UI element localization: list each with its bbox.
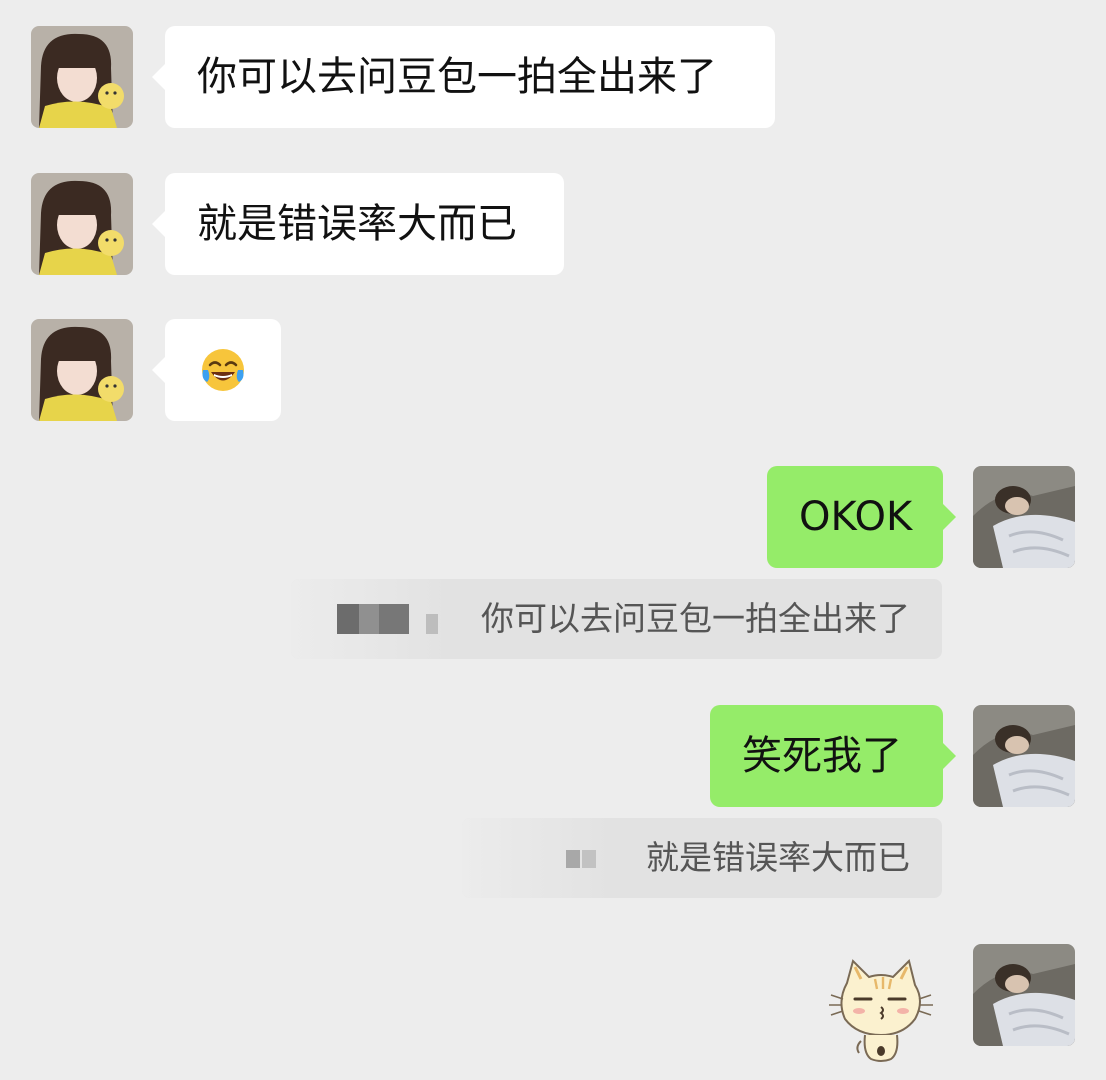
quoted-text: 就是错误率大而已 [646,838,910,877]
contact-avatar[interactable] [31,26,133,128]
cat-sticker[interactable] [825,955,937,1065]
pixelated-block [379,604,409,634]
pixelated-block [359,604,379,634]
outgoing-message-bubble[interactable]: OKOK [767,466,956,568]
outgoing-message-bubble[interactable]: 笑死我了 [710,705,956,807]
incoming-message-bubble[interactable]: 你可以去问豆包一拍全出来了 [152,26,775,128]
contact-avatar[interactable] [31,319,133,421]
my-avatar[interactable] [973,466,1075,568]
quoted-message[interactable]: 就是错误率大而已 [462,818,942,898]
pixelated-block [582,850,596,868]
my-avatar[interactable] [973,944,1075,1046]
quoted-message[interactable]: 你可以去问豆包一拍全出来了 [291,579,942,659]
my-avatar[interactable] [973,705,1075,807]
message-text: OKOK [799,494,913,540]
pixelated-block [337,604,359,634]
pixelated-block [566,850,580,868]
incoming-message-bubble[interactable]: 就是错误率大而已 [152,173,564,275]
message-text: 你可以去问豆包一拍全出来了 [197,54,717,100]
pixelated-block [426,614,438,634]
contact-avatar[interactable] [31,173,133,275]
quoted-text: 你可以去问豆包一拍全出来了 [481,599,910,638]
message-text: 就是错误率大而已 [197,201,517,247]
face-with-tears-of-joy-icon [202,349,244,391]
message-text: 笑死我了 [742,733,902,779]
